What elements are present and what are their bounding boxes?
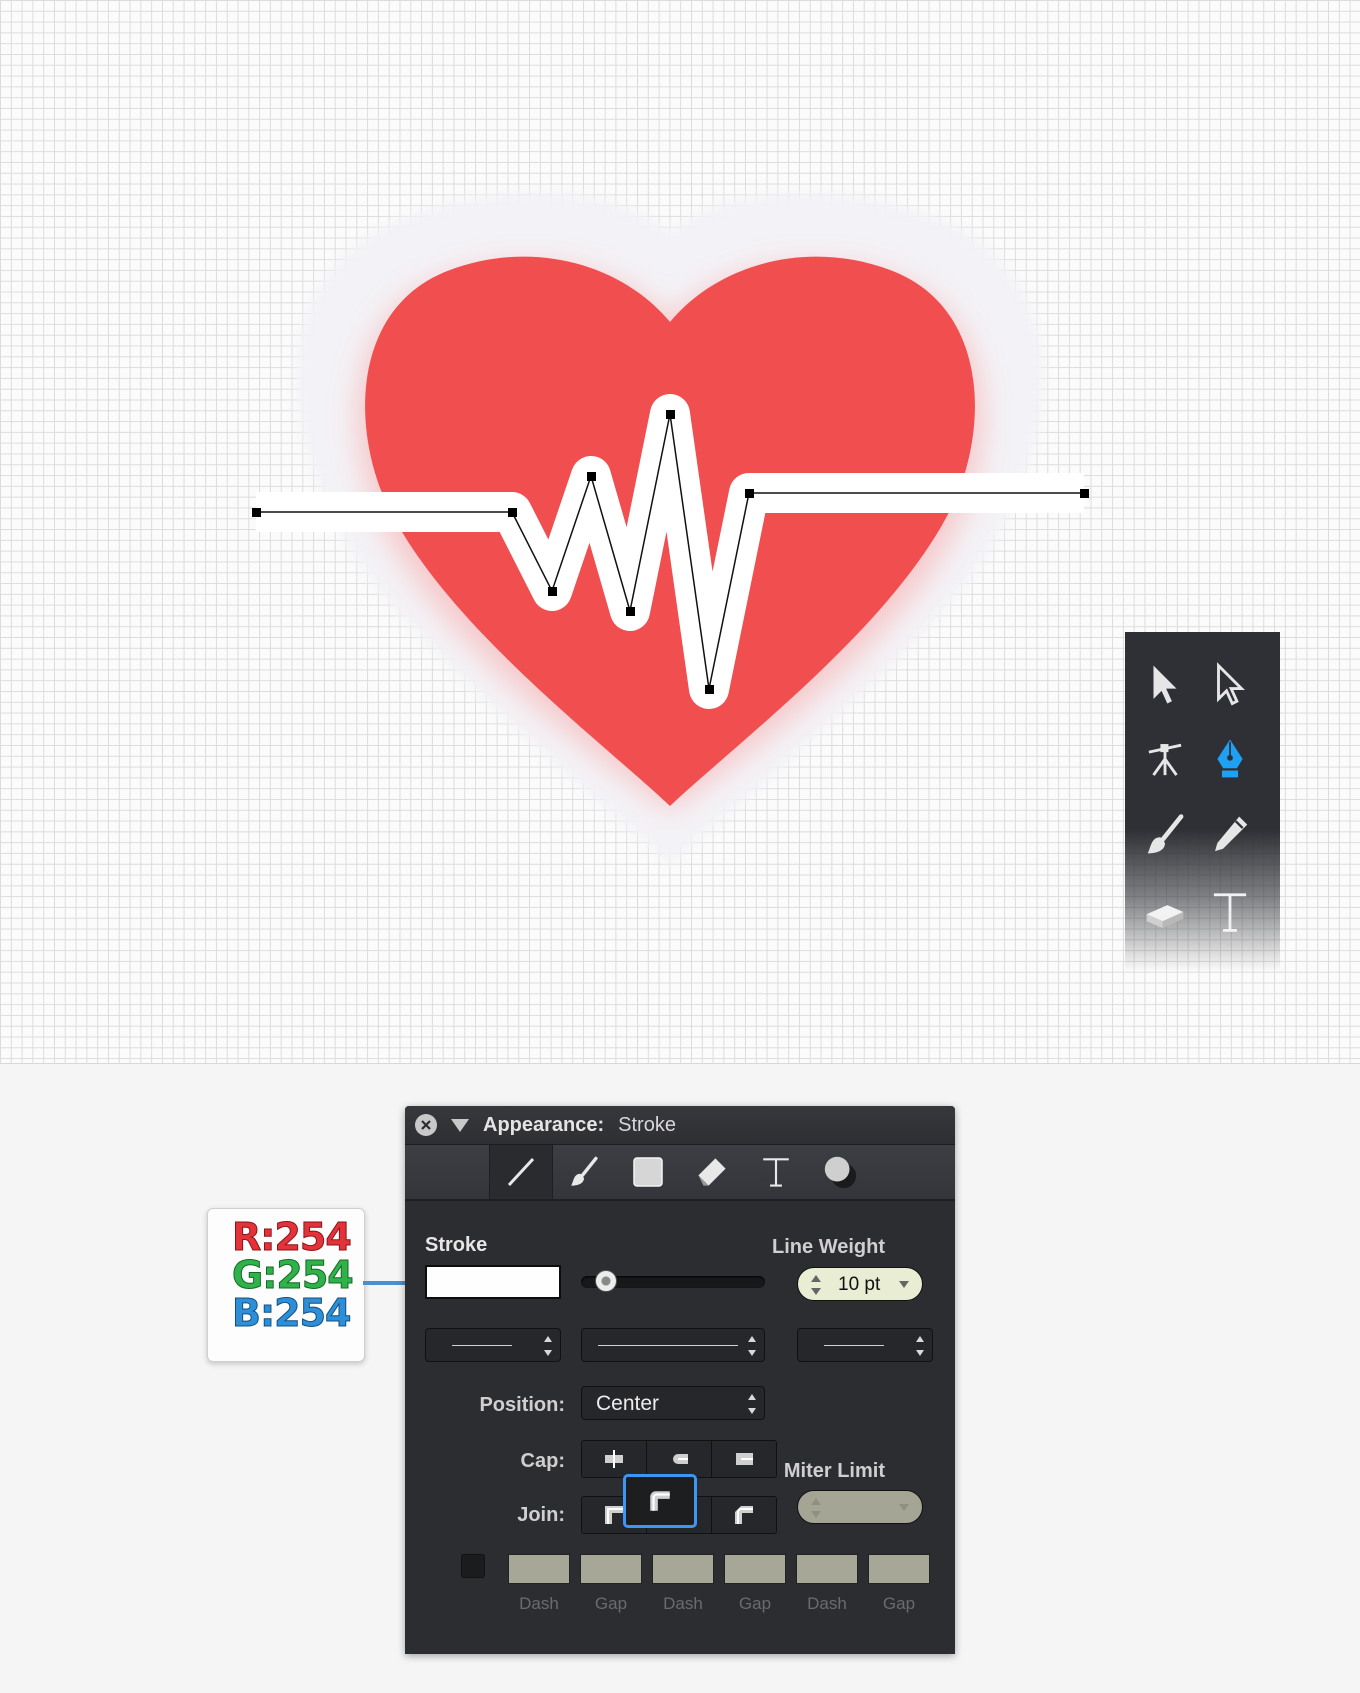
line-preview [598, 1345, 738, 1346]
anchor-point-icon [1148, 743, 1182, 776]
eraser-tool-button[interactable] [1140, 887, 1190, 937]
gap-label-1: Gap [594, 1594, 628, 1613]
tab-stroke[interactable] [489, 1145, 553, 1199]
line-weight-slider-knob[interactable] [595, 1270, 617, 1292]
chevron-down-icon [899, 1281, 909, 1288]
appearance-panel: Appearance: Stroke Stroke Line Weight 10… [405, 1106, 955, 1654]
tab-fill[interactable] [617, 1145, 679, 1199]
pencil-icon [1215, 816, 1248, 852]
position-value: Center [596, 1392, 660, 1415]
gap-field-2[interactable] [724, 1554, 786, 1584]
stroke-color-swatch[interactable] [425, 1265, 561, 1299]
stepper-arrows-icon [811, 1498, 821, 1518]
stepper-arrows-icon [544, 1336, 552, 1356]
dash-field-3[interactable] [796, 1554, 858, 1584]
position-dropdown[interactable]: Center [581, 1386, 765, 1420]
direct-selection-tool-button[interactable] [1205, 659, 1255, 709]
brush-icon [1147, 814, 1184, 854]
join-label: Join: [517, 1504, 565, 1526]
line-weight-label: Line Weight [772, 1236, 885, 1258]
dash-label-1: Dash [519, 1594, 559, 1613]
stepper-arrows-icon [916, 1336, 924, 1356]
round-join-icon [650, 1491, 670, 1511]
artboard-canvas[interactable] [0, 0, 1360, 1064]
anchor-point-tool-button[interactable] [1140, 734, 1190, 784]
eraser-icon [1146, 905, 1184, 929]
gap-label-2: Gap [738, 1594, 772, 1613]
shadow-circles-icon [824, 1156, 857, 1189]
arrow-outline-icon [1217, 662, 1245, 706]
rgb-color-callout: R:254 G:254 B:254 [207, 1208, 365, 1362]
stroke-line-icon [507, 1157, 535, 1187]
fill-square-icon [633, 1157, 663, 1187]
line-weight-field[interactable]: 10 pt [797, 1267, 923, 1301]
position-label: Position: [479, 1394, 565, 1416]
miter-limit-label: Miter Limit [783, 1460, 885, 1482]
close-button[interactable] [415, 1114, 437, 1136]
round-cap-icon [673, 1454, 688, 1464]
dash-label-3: Dash [807, 1594, 847, 1613]
round-cap-button[interactable] [647, 1441, 712, 1477]
brush-icon [571, 1156, 598, 1186]
pen-tool-button[interactable] [1205, 734, 1255, 784]
stepper-arrows-icon [811, 1275, 821, 1295]
panel-title-label: Appearance: [483, 1113, 605, 1136]
selection-tool-button[interactable] [1140, 659, 1190, 709]
close-icon [421, 1120, 431, 1130]
arrowhead-dropdown[interactable] [797, 1328, 933, 1362]
line-weight-value: 10 pt [838, 1274, 881, 1295]
pen-nib-icon [1217, 739, 1243, 778]
stroke-style-dropdown[interactable] [425, 1328, 561, 1362]
blue-value-label: B:254 [231, 1291, 351, 1336]
gap-label-3: Gap [882, 1594, 916, 1613]
text-t-icon [763, 1158, 789, 1187]
disclosure-triangle-icon[interactable] [451, 1118, 469, 1132]
arrow-filled-icon [1153, 665, 1177, 704]
round-join-button[interactable] [623, 1474, 697, 1528]
tab-text[interactable] [745, 1145, 807, 1199]
tab-effects[interactable] [809, 1145, 871, 1199]
line-pattern-dropdown[interactable] [581, 1328, 765, 1362]
cap-label: Cap: [520, 1450, 565, 1472]
gap-field-3[interactable] [868, 1554, 930, 1584]
line-preview [452, 1345, 512, 1346]
tools-palette [1125, 632, 1280, 972]
pencil-tool-button[interactable] [1205, 810, 1255, 860]
tab-brush[interactable] [553, 1145, 615, 1199]
panel-titlebar: Appearance: Stroke [405, 1106, 955, 1145]
dash-label-2: Dash [663, 1594, 703, 1613]
dash-enable-checkbox[interactable] [461, 1554, 485, 1578]
stroke-label: Stroke [425, 1234, 488, 1256]
butt-cap-icon [605, 1450, 623, 1468]
butt-cap-button[interactable] [582, 1441, 647, 1477]
text-t-icon [1213, 893, 1247, 932]
stepper-arrows-icon [748, 1394, 756, 1414]
line-preview [824, 1345, 884, 1346]
text-tool-button[interactable] [1205, 887, 1255, 937]
stepper-arrows-icon [748, 1336, 756, 1356]
panel-title-value: Stroke [618, 1113, 676, 1136]
dash-field-2[interactable] [652, 1554, 714, 1584]
eraser-shape-icon [698, 1158, 726, 1186]
brush-tool-button[interactable] [1140, 810, 1190, 860]
tab-shape[interactable] [681, 1145, 743, 1199]
gap-field-1[interactable] [580, 1554, 642, 1584]
bevel-join-button[interactable] [712, 1497, 776, 1533]
miter-limit-field[interactable] [797, 1490, 923, 1524]
bevel-join-icon [735, 1506, 753, 1524]
appearance-tabs [405, 1145, 955, 1201]
chevron-down-icon [899, 1504, 909, 1511]
dash-field-1[interactable] [508, 1554, 570, 1584]
